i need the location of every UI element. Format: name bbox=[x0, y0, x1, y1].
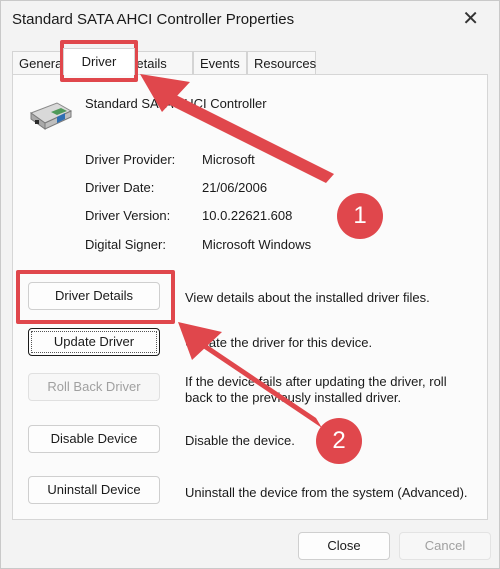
tab-general[interactable]: General bbox=[12, 51, 64, 75]
tab-details[interactable]: Details bbox=[135, 51, 193, 75]
tab-driver[interactable]: Driver bbox=[63, 48, 135, 75]
cancel-button[interactable]: Cancel bbox=[399, 532, 491, 560]
digital-signer-label: Digital Signer: bbox=[85, 237, 166, 252]
roll-back-description-line-1: If the device fails after updating the d… bbox=[185, 374, 447, 389]
step-2-badge: 2 bbox=[316, 418, 362, 464]
disable-device-button[interactable]: Disable Device bbox=[28, 425, 160, 453]
update-driver-description: Update the driver for this device. bbox=[185, 335, 373, 350]
driver-version-label: Driver Version: bbox=[85, 208, 171, 223]
roll-back-description-line-2: back to the previously installed driver. bbox=[185, 390, 402, 405]
digital-signer-value: Microsoft Windows bbox=[202, 237, 312, 252]
driver-version-value: 10.0.22621.608 bbox=[202, 208, 293, 223]
tab-resources[interactable]: Resources bbox=[247, 51, 316, 75]
device-name: Standard SATA AHCI Controller bbox=[85, 96, 267, 111]
update-driver-button[interactable]: Update Driver bbox=[28, 328, 160, 356]
driver-date-value: 21/06/2006 bbox=[202, 180, 268, 195]
disable-device-description: Disable the device. bbox=[185, 433, 295, 448]
driver-provider-value: Microsoft bbox=[202, 152, 255, 167]
uninstall-device-button[interactable]: Uninstall Device bbox=[28, 476, 160, 504]
step-1-badge: 1 bbox=[337, 193, 383, 239]
storage-controller-icon bbox=[29, 102, 73, 130]
driver-details-description: View details about the installed driver … bbox=[185, 290, 430, 305]
window-title: Standard SATA AHCI Controller Properties bbox=[12, 11, 295, 28]
uninstall-device-description: Uninstall the device from the system (Ad… bbox=[185, 485, 468, 500]
tab-events[interactable]: Events bbox=[193, 51, 247, 75]
driver-provider-label: Driver Provider: bbox=[85, 152, 176, 167]
title-bar: Standard SATA AHCI Controller Properties… bbox=[1, 1, 499, 41]
roll-back-driver-button[interactable]: Roll Back Driver bbox=[28, 373, 160, 401]
driver-details-highlight bbox=[16, 270, 175, 324]
close-icon[interactable]: ✕ bbox=[462, 9, 479, 29]
close-button[interactable]: Close bbox=[298, 532, 390, 560]
driver-date-label: Driver Date: bbox=[85, 180, 155, 195]
